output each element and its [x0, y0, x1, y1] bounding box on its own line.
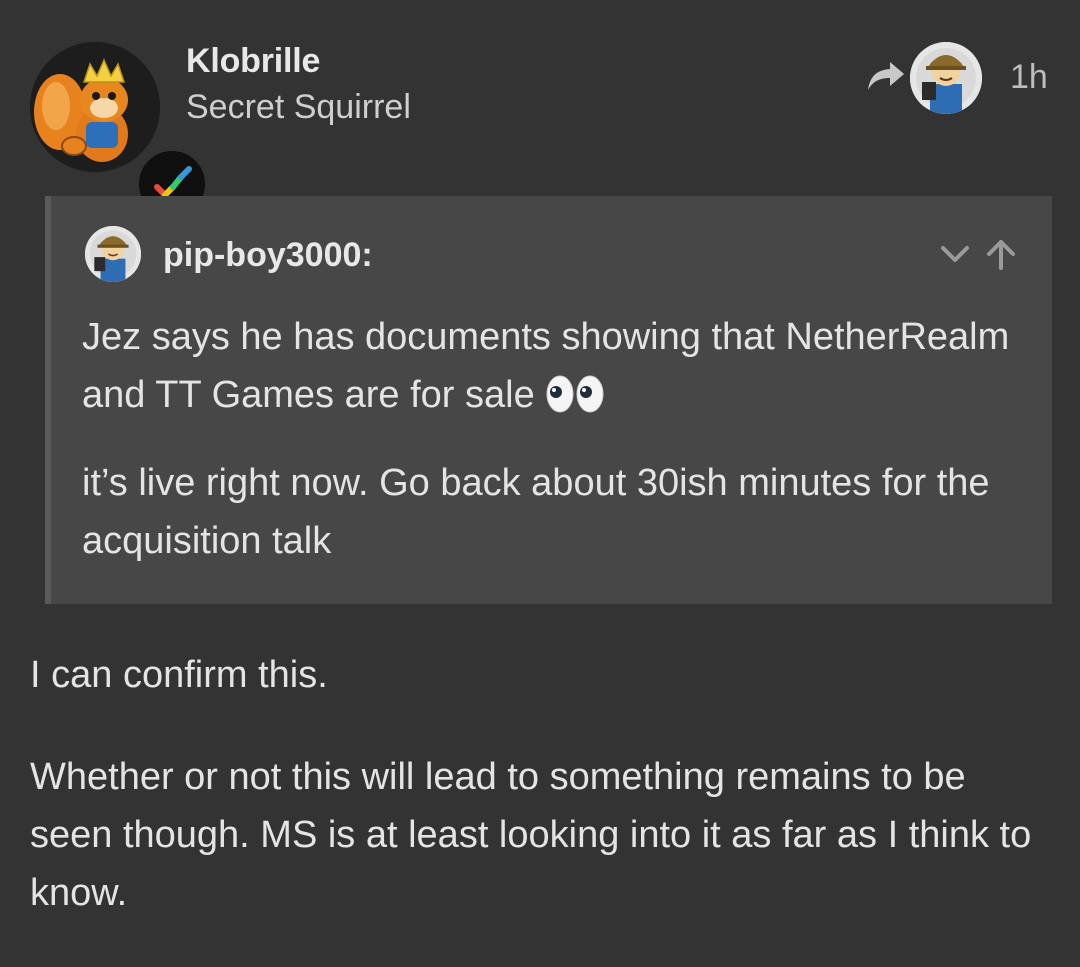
reply-arrow-icon[interactable]	[864, 56, 908, 96]
quote-block: pip-boy3000: Jez says he has documents s…	[45, 196, 1052, 604]
quote-paragraph-1: Jez says he has documents showing that N…	[82, 308, 1022, 424]
vault-boy-avatar	[910, 42, 982, 114]
king-squirrel-avatar	[30, 42, 160, 172]
author-avatar[interactable]	[30, 42, 208, 220]
author-title: Secret Squirrel	[186, 88, 411, 126]
author-username[interactable]: Klobrille	[186, 42, 320, 81]
quote-controls	[935, 234, 1025, 274]
chevron-down-icon[interactable]	[935, 234, 975, 274]
quote-paragraph-2: it’s live right now. Go back about 30ish…	[82, 462, 990, 562]
quote-author-avatar[interactable]	[85, 226, 141, 282]
eyes-emoji	[545, 373, 605, 413]
post-body-paragraph-1: I can confirm this.	[30, 654, 328, 696]
reply-to-avatar[interactable]	[910, 42, 982, 114]
vault-boy-avatar	[85, 226, 141, 282]
arrow-up-icon[interactable]	[981, 234, 1021, 274]
post-body-paragraph-2: Whether or not this will lead to somethi…	[30, 756, 1032, 914]
post-timestamp[interactable]: 1h	[1010, 58, 1048, 97]
quote-author-name[interactable]: pip-boy3000:	[163, 236, 373, 275]
forum-post: Klobrille Secret Squirrel 1h pip-boy3000…	[0, 0, 1080, 967]
